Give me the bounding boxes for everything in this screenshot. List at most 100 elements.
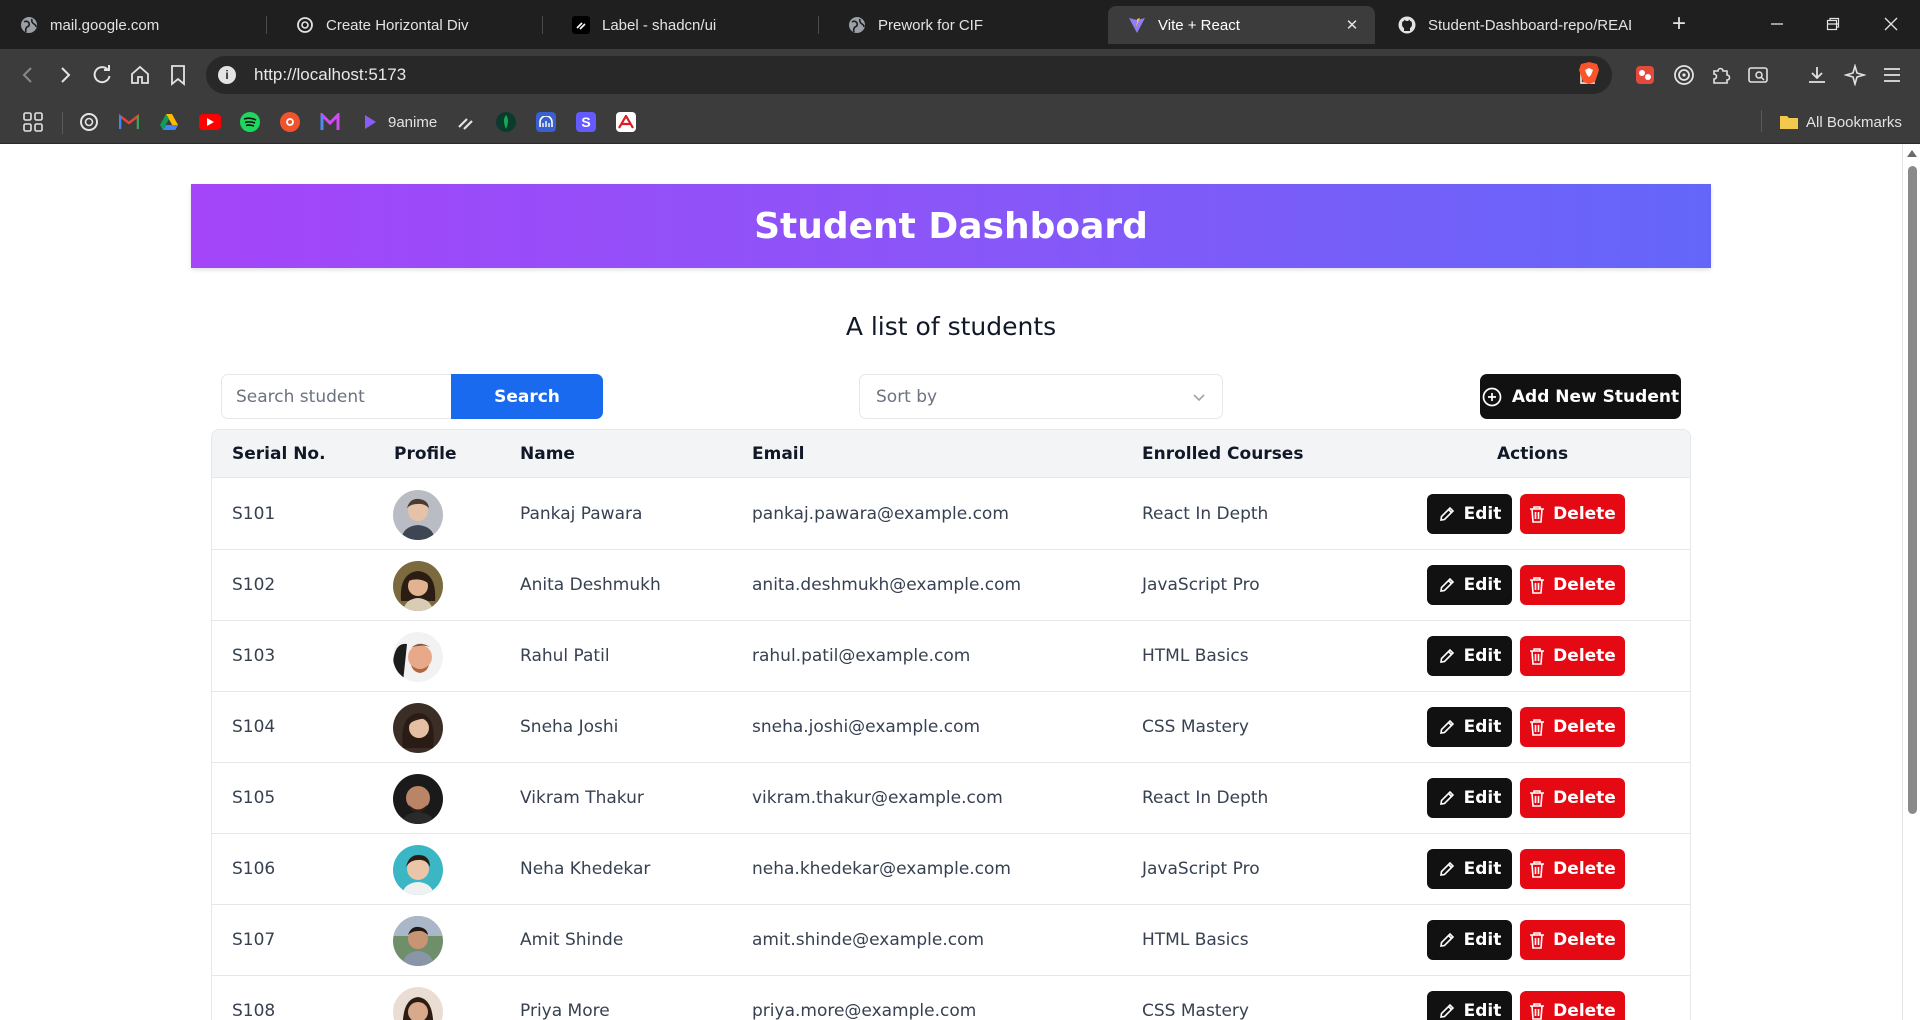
pencil-icon bbox=[1439, 1003, 1454, 1018]
spotify-icon bbox=[240, 112, 260, 132]
bookmark-openai[interactable] bbox=[79, 111, 99, 133]
name-cell: Vikram Thakur bbox=[520, 788, 644, 808]
delete-button[interactable]: Delete bbox=[1520, 636, 1625, 676]
email-cell: sneha.joshi@example.com bbox=[752, 717, 981, 737]
close-window-icon[interactable] bbox=[1876, 10, 1906, 38]
dashboard-header: Student Dashboard bbox=[191, 184, 1711, 268]
search-input[interactable] bbox=[221, 374, 451, 419]
serial-cell: S103 bbox=[232, 646, 276, 666]
bookmark-shadcn[interactable] bbox=[456, 111, 476, 133]
minimize-window-icon[interactable] bbox=[1762, 10, 1792, 38]
bookmark-item-11[interactable] bbox=[536, 111, 556, 133]
tab-title: mail.google.com bbox=[50, 16, 160, 34]
edit-button[interactable]: Edit bbox=[1427, 636, 1512, 676]
avatar bbox=[393, 987, 443, 1020]
tab-title: Vite + React bbox=[1158, 16, 1240, 34]
leo-ai-icon[interactable] bbox=[1841, 61, 1869, 89]
drive-icon bbox=[159, 112, 179, 132]
bookmark-spotify[interactable] bbox=[240, 111, 260, 133]
edit-label: Edit bbox=[1463, 717, 1502, 737]
pencil-icon bbox=[1439, 932, 1454, 947]
delete-button[interactable]: Delete bbox=[1520, 849, 1625, 889]
page-viewport: Student Dashboard A list of students Sea… bbox=[0, 144, 1902, 1020]
play-icon bbox=[360, 112, 380, 132]
bookmark-mongodb[interactable] bbox=[496, 111, 516, 133]
bookmark-icon[interactable] bbox=[164, 61, 192, 89]
pencil-icon bbox=[1439, 790, 1454, 805]
address-bar[interactable]: i http://localhost:5173 bbox=[206, 56, 1612, 94]
reader-mode-icon[interactable] bbox=[1744, 61, 1772, 89]
home-icon[interactable] bbox=[126, 61, 154, 89]
trash-icon bbox=[1530, 577, 1545, 594]
tab-title: Create Horizontal Div bbox=[326, 16, 469, 34]
name-cell: Amit Shinde bbox=[520, 930, 624, 950]
plus-circle-icon bbox=[1482, 387, 1502, 406]
bookmark-icon-1 bbox=[280, 112, 300, 132]
bookmark-item-6[interactable] bbox=[280, 111, 300, 133]
bookmark-youtube[interactable] bbox=[199, 111, 221, 133]
email-cell: rahul.patil@example.com bbox=[752, 646, 971, 666]
bookmark-stripe[interactable]: S bbox=[576, 111, 596, 133]
edit-button[interactable]: Edit bbox=[1427, 849, 1512, 889]
bookmark-item-13[interactable] bbox=[616, 111, 636, 133]
apps-grid-icon[interactable] bbox=[22, 111, 44, 133]
download-icon[interactable] bbox=[1803, 61, 1831, 89]
course-cell: React In Depth bbox=[1142, 504, 1269, 524]
page-title: Student Dashboard bbox=[754, 205, 1148, 247]
brave-shield-icon[interactable] bbox=[1578, 61, 1600, 85]
edit-button[interactable]: Edit bbox=[1427, 920, 1512, 960]
add-new-student-button[interactable]: Add New Student bbox=[1480, 374, 1681, 419]
header-actions: Actions bbox=[1497, 444, 1569, 464]
delete-button[interactable]: Delete bbox=[1520, 991, 1625, 1020]
forward-icon[interactable] bbox=[51, 61, 79, 89]
new-tab-button[interactable]: + bbox=[1665, 12, 1693, 36]
all-bookmarks-folder[interactable]: All Bookmarks bbox=[1779, 111, 1902, 133]
target-icon[interactable] bbox=[1670, 61, 1698, 89]
search-button[interactable]: Search bbox=[451, 374, 603, 419]
tab-mail[interactable]: mail.google.com bbox=[0, 6, 267, 44]
tab-prework-cif[interactable]: Prework for CIF bbox=[828, 6, 1095, 44]
bookmark-item-7[interactable] bbox=[320, 111, 340, 133]
trash-icon bbox=[1530, 1003, 1545, 1020]
edit-button[interactable]: Edit bbox=[1427, 494, 1512, 534]
bookmark-drive[interactable] bbox=[159, 111, 179, 133]
openai-icon bbox=[79, 112, 99, 132]
edit-button[interactable]: Edit bbox=[1427, 778, 1512, 818]
delete-button[interactable]: Delete bbox=[1520, 920, 1625, 960]
edit-button[interactable]: Edit bbox=[1427, 565, 1512, 605]
tab-create-horizontal-div[interactable]: Create Horizontal Div bbox=[276, 6, 543, 44]
close-tab-icon[interactable]: ✕ bbox=[1343, 16, 1361, 34]
delete-label: Delete bbox=[1553, 1001, 1616, 1020]
restore-icon[interactable] bbox=[1818, 10, 1848, 38]
email-cell: anita.deshmukh@example.com bbox=[752, 575, 1022, 595]
shadcn-icon bbox=[572, 16, 590, 34]
tab-github-readme[interactable]: Student-Dashboard-repo/READM bbox=[1378, 6, 1645, 44]
email-cell: neha.khedekar@example.com bbox=[752, 859, 1011, 879]
bookmark-gmail[interactable] bbox=[119, 111, 139, 133]
back-icon[interactable] bbox=[14, 61, 42, 89]
site-info-icon[interactable]: i bbox=[218, 66, 236, 84]
reload-icon[interactable] bbox=[88, 61, 116, 89]
delete-button[interactable]: Delete bbox=[1520, 494, 1625, 534]
scrollbar-thumb[interactable] bbox=[1908, 166, 1917, 814]
pencil-icon bbox=[1439, 506, 1454, 521]
tab-title: Student-Dashboard-repo/READM bbox=[1428, 16, 1631, 34]
edit-label: Edit bbox=[1463, 859, 1502, 879]
page-scrollbar[interactable] bbox=[1902, 144, 1920, 1020]
sort-select[interactable]: Sort by bbox=[859, 374, 1223, 419]
delete-button[interactable]: Delete bbox=[1520, 778, 1625, 818]
bookmark-9anime[interactable]: 9anime bbox=[360, 111, 437, 133]
scroll-up-icon[interactable] bbox=[1907, 150, 1917, 157]
gmail-icon bbox=[119, 112, 139, 132]
sort-placeholder: Sort by bbox=[876, 386, 938, 407]
menu-icon[interactable] bbox=[1878, 61, 1906, 89]
delete-button[interactable]: Delete bbox=[1520, 707, 1625, 747]
extensions-puzzle-icon[interactable] bbox=[1707, 61, 1735, 89]
add-new-student-label: Add New Student bbox=[1511, 386, 1680, 407]
edit-button[interactable]: Edit bbox=[1427, 707, 1512, 747]
delete-button[interactable]: Delete bbox=[1520, 565, 1625, 605]
edit-button[interactable]: Edit bbox=[1427, 991, 1512, 1020]
extension-red-icon[interactable] bbox=[1631, 61, 1659, 89]
tab-shadcn-label[interactable]: Label - shadcn/ui bbox=[552, 6, 819, 44]
tab-vite-react[interactable]: Vite + React ✕ bbox=[1108, 6, 1375, 44]
